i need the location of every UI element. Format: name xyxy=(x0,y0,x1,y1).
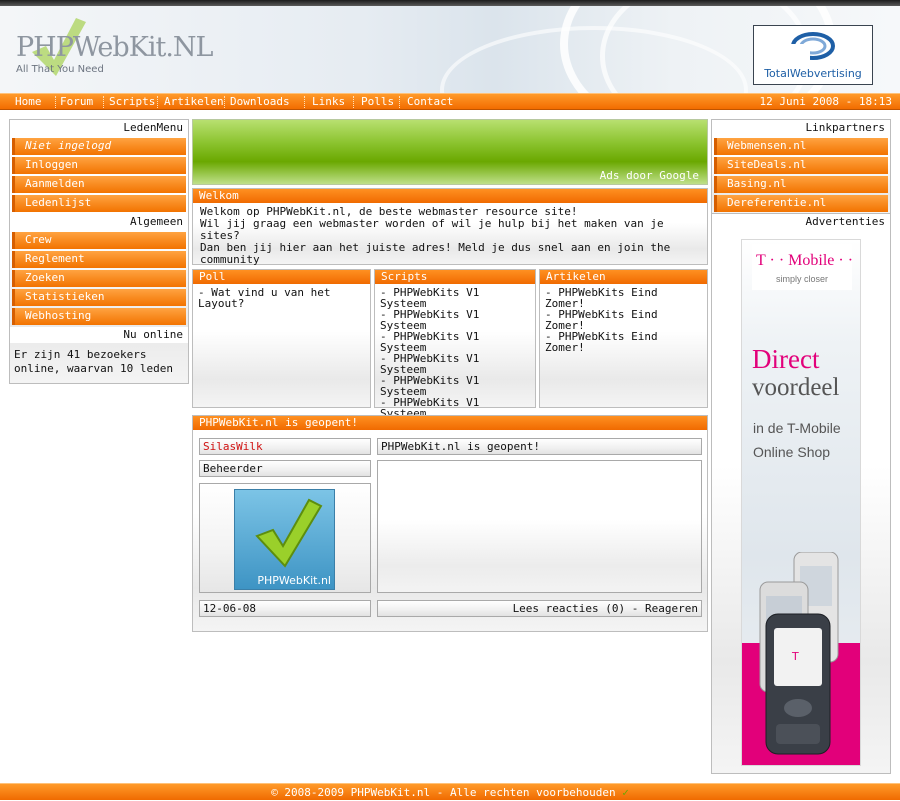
post-body xyxy=(377,460,702,593)
left-sidebar: LedenMenu Niet ingelogd Inloggen Aanmeld… xyxy=(9,119,189,384)
artikel-item[interactable]: - PHPWebKits Eind Zomer! xyxy=(545,331,702,353)
nav-scripts[interactable]: Scripts xyxy=(109,95,155,109)
menu-item-reglement[interactable]: Reglement xyxy=(12,251,186,268)
avatar-caption: PHPWebKit.nl xyxy=(257,574,331,587)
nav-home[interactable]: Home xyxy=(15,95,42,109)
script-item[interactable]: - PHPWebKits V1 Systeem xyxy=(380,353,530,375)
online-title: Nu online xyxy=(10,327,188,343)
nav-separator xyxy=(103,96,104,108)
nav-polls[interactable]: Polls xyxy=(361,95,394,109)
tmobile-tagline: simply closer xyxy=(776,274,829,284)
artikelen-panel: Artikelen - PHPWebKits Eind Zomer! - PHP… xyxy=(539,269,708,408)
post-subject: PHPWebKit.nl is geopent! xyxy=(377,438,702,455)
nav-separator xyxy=(353,96,354,108)
nav-separator xyxy=(157,96,158,108)
header-banner: PHPWebKit.NL All That You Need TotalWebv… xyxy=(0,6,900,93)
link-sitedeals[interactable]: SiteDeals.nl xyxy=(714,157,888,174)
ad-text-2: Online Shop xyxy=(753,444,831,460)
ledenmenu-title: LedenMenu xyxy=(10,120,188,136)
advertenties-title: Advertenties xyxy=(712,214,890,230)
menu-item-statistieken[interactable]: Statistieken xyxy=(12,289,186,306)
poll-item[interactable]: - Wat vind u van het Layout? xyxy=(198,287,365,309)
link-webmensen[interactable]: Webmensen.nl xyxy=(714,138,888,155)
post-avatar-box: PHPWebKit.nl xyxy=(199,483,371,593)
avatar[interactable]: PHPWebKit.nl xyxy=(234,489,335,590)
nav-separator xyxy=(399,96,400,108)
artikelen-title: Artikelen xyxy=(540,270,707,284)
post-date: 12-06-08 xyxy=(199,600,371,617)
post-author-role: Beheerder xyxy=(199,460,371,477)
site-logo[interactable]: PHPWebKit.NL All That You Need xyxy=(16,18,213,84)
link-basing[interactable]: Basing.nl xyxy=(714,176,888,193)
scripts-panel: Scripts - PHPWebKits V1 Systeem - PHPWeb… xyxy=(374,269,536,419)
sponsor-swirl-icon xyxy=(790,32,835,62)
logo-tagline: All That You Need xyxy=(16,64,104,75)
menu-item-niet-ingelogd: Niet ingelogd xyxy=(12,138,186,155)
menu-item-ledenlijst[interactable]: Ledenlijst xyxy=(12,195,186,212)
linkpartners-title: Linkpartners xyxy=(712,120,890,136)
sponsor-text: TotalWebvertising xyxy=(764,67,862,80)
footer-bar: © 2008-2009 PHPWebKit.nl - Alle rechten … xyxy=(0,783,900,800)
tmobile-brand: T · · Mobile · · xyxy=(756,252,854,269)
nav-separator xyxy=(304,96,305,108)
script-item[interactable]: - PHPWebKits V1 Systeem xyxy=(380,309,530,331)
nav-contact[interactable]: Contact xyxy=(407,95,453,109)
ad-text-1: in de T-Mobile xyxy=(753,420,841,436)
google-ads-banner[interactable]: Ads door Google xyxy=(192,119,708,185)
nav-downloads[interactable]: Downloads xyxy=(230,95,290,109)
phone-icon: T xyxy=(759,552,839,755)
logo-text: PHPWebKit.NL xyxy=(16,32,213,63)
svg-text:T: T xyxy=(791,650,799,663)
algemeen-title: Algemeen xyxy=(10,214,188,230)
current-date: 12 Juni 2008 - 18:13 xyxy=(759,95,892,108)
nav-artikelen[interactable]: Artikelen xyxy=(164,95,224,109)
welkom-line: Dan ben jij hier aan het juiste adres! M… xyxy=(200,241,671,266)
script-item[interactable]: - PHPWebKits V1 Systeem xyxy=(380,375,530,397)
poll-panel: Poll - Wat vind u van het Layout? xyxy=(192,269,371,408)
poll-title: Poll xyxy=(193,270,370,284)
menu-item-crew[interactable]: Crew xyxy=(12,232,186,249)
artikel-item[interactable]: - PHPWebKits Eind Zomer! xyxy=(545,287,702,309)
news-post-panel: PHPWebKit.nl is geopent! SilasWilk Behee… xyxy=(192,415,708,632)
linkpartners-panel: Linkpartners Webmensen.nl SiteDeals.nl B… xyxy=(711,119,891,215)
welkom-panel: Welkom Welkom op PHPWebKit.nl, de beste … xyxy=(192,188,708,266)
script-item[interactable]: - PHPWebKits V1 Systeem xyxy=(380,287,530,309)
post-comments-link[interactable]: Lees reacties (0) - Reageren xyxy=(377,600,702,617)
ad-headline-2: voordeel xyxy=(752,374,840,401)
scripts-title: Scripts xyxy=(375,270,535,284)
artikel-item[interactable]: - PHPWebKits Eind Zomer! xyxy=(545,309,702,331)
footer-check-icon: ✓ xyxy=(622,786,629,799)
footer-copyright: © 2008-2009 PHPWebKit.nl - Alle rechten … xyxy=(271,786,616,799)
menu-item-aanmelden[interactable]: Aanmelden xyxy=(12,176,186,193)
menu-item-zoeken[interactable]: Zoeken xyxy=(12,270,186,287)
menu-item-webhosting[interactable]: Webhosting xyxy=(12,308,186,325)
main-navigation: Home Forum Scripts Artikelen Downloads L… xyxy=(0,93,900,110)
menu-item-inloggen[interactable]: Inloggen xyxy=(12,157,186,174)
online-text: Er zijn 41 bezoekers online, waarvan 10 … xyxy=(14,348,173,375)
advertenties-panel: Advertenties T · · Mobile · · simply clo… xyxy=(711,213,891,774)
nav-links[interactable]: Links xyxy=(312,95,345,109)
post-author[interactable]: SilasWilk xyxy=(199,438,371,455)
nav-forum[interactable]: Forum xyxy=(60,95,93,109)
ads-label[interactable]: Ads door Google xyxy=(600,169,699,182)
checkmark-icon xyxy=(255,498,323,568)
welkom-line: Wil jij graag een webmaster worden of wi… xyxy=(200,217,664,242)
tmobile-ad[interactable]: T · · Mobile · · simply closer Direct vo… xyxy=(741,239,861,766)
tmobile-logo-area: T · · Mobile · · simply closer xyxy=(752,244,854,290)
ad-headline-1: Direct xyxy=(752,344,820,374)
welkom-title: Welkom xyxy=(193,189,707,203)
nav-separator xyxy=(224,96,225,108)
news-title: PHPWebKit.nl is geopent! xyxy=(193,416,707,430)
script-item[interactable]: - PHPWebKits V1 Systeem xyxy=(380,331,530,353)
sponsor-banner[interactable]: TotalWebvertising xyxy=(753,25,873,85)
nav-separator xyxy=(55,96,56,108)
link-dereferentie[interactable]: Dereferentie.nl xyxy=(714,195,888,212)
